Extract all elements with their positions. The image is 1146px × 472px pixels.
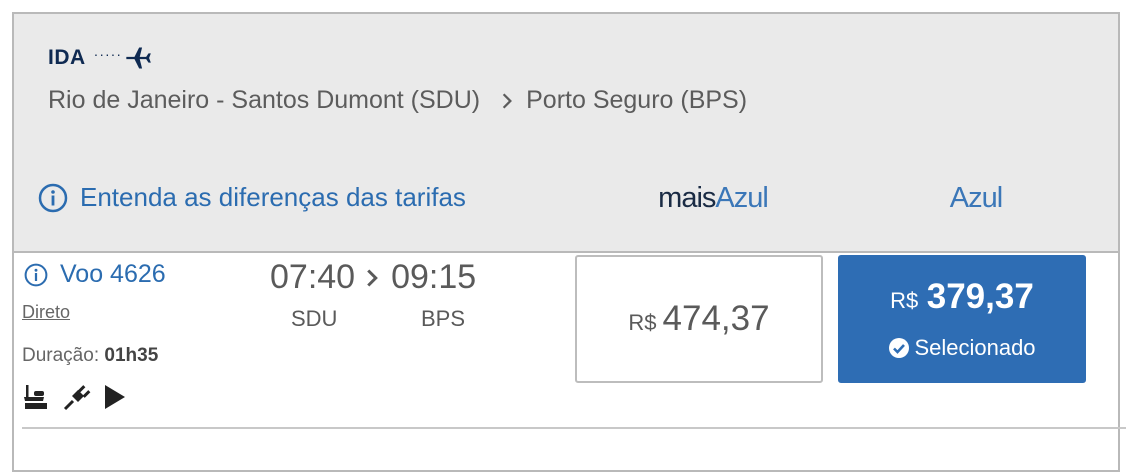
info-icon [24, 263, 48, 286]
mais-azul-prefix: mais [658, 182, 716, 214]
direction-row: IDA ····· [48, 44, 152, 72]
selected-price: R$ 379,37 [838, 277, 1086, 317]
info-icon [38, 183, 68, 212]
fare-differences-link[interactable]: Entenda as diferenças das tarifas [38, 182, 466, 213]
flight-header: IDA ····· Rio de Janeiro - Santos Dumont… [14, 14, 1118, 253]
food-icon [24, 385, 47, 409]
fare-column-mais-azul: maisAzul [589, 182, 837, 215]
departure-time: 07:40 [270, 258, 356, 296]
flight-selection-card: IDA ····· Rio de Janeiro - Santos Dumont… [12, 12, 1120, 472]
flight-number-link[interactable]: Voo 4626 [24, 260, 166, 289]
row-divider [22, 427, 1126, 429]
flight-times: 07:40 09:15 [270, 258, 476, 297]
fare-column-azul: Azul [949, 182, 1003, 214]
price-value: 379,37 [926, 277, 1034, 316]
duration-value: 01h35 [104, 345, 159, 366]
selected-label: Selecionado [914, 335, 1036, 360]
fare-differences-label: Entenda as diferenças das tarifas [80, 182, 466, 212]
mais-azul-suffix: Azul [715, 182, 768, 214]
origin-airport: Rio de Janeiro - Santos Dumont (SDU) [48, 86, 481, 114]
mais-azul-price-button[interactable]: R$ 474,37 [575, 255, 823, 383]
arrival-time: 09:15 [391, 258, 477, 296]
price-currency: R$ [890, 288, 919, 313]
chevron-right-icon [502, 92, 513, 109]
destination-airport: Porto Seguro (BPS) [526, 86, 748, 114]
chevron-right-icon [367, 268, 378, 287]
azul-price-button-selected[interactable]: R$ 379,37 Selecionado [838, 255, 1086, 383]
amenities [22, 382, 128, 412]
power-plug-icon [63, 385, 91, 411]
origin-code: SDU [291, 306, 338, 331]
direction-dots: ····· [93, 46, 122, 62]
destination-code: BPS [421, 306, 466, 331]
price-currency: R$ [628, 310, 657, 335]
flight-number: Voo 4626 [60, 260, 166, 288]
duration-label: Duração: [22, 345, 100, 366]
price-value: 474,37 [662, 299, 770, 338]
airplane-icon [126, 47, 151, 69]
selected-status: Selecionado [838, 335, 1086, 361]
route: Rio de Janeiro - Santos Dumont (SDU) Por… [48, 86, 747, 115]
entertainment-play-icon [105, 385, 125, 409]
direction-label: IDA [48, 46, 86, 69]
flight-duration: Duração: 01h35 [22, 345, 158, 367]
check-circle-icon [889, 338, 910, 358]
flight-type-link[interactable]: Direto [22, 302, 70, 323]
